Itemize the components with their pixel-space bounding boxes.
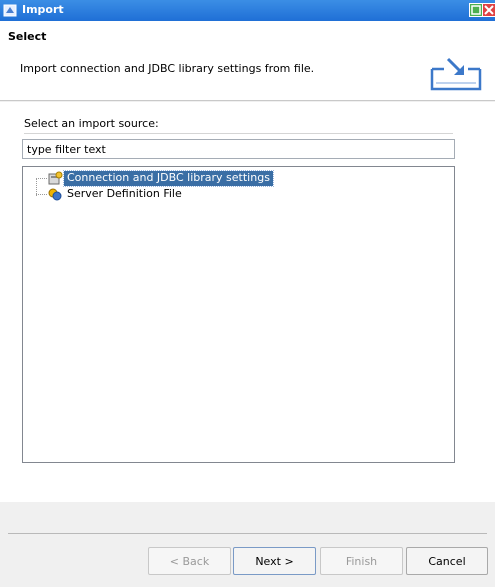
footer-divider — [8, 533, 487, 534]
import-tray-icon — [430, 57, 482, 91]
close-icon — [484, 5, 494, 15]
wizard-header: Select Import connection and JDBC librar… — [0, 21, 495, 101]
tree-item-server-definition[interactable]: Server Definition File — [23, 187, 223, 202]
divider — [24, 133, 453, 134]
tree-item-label: Server Definition File — [67, 187, 182, 200]
tree-item-connection-settings[interactable]: Connection and JDBC library settings — [23, 170, 303, 187]
connection-settings-icon — [48, 171, 63, 185]
close-button[interactable] — [482, 3, 495, 17]
import-wizard-icon — [3, 4, 17, 17]
back-button[interactable]: < Back — [148, 547, 231, 575]
import-source-tree[interactable]: Connection and JDBC library settings Ser… — [22, 166, 455, 463]
cancel-button[interactable]: Cancel — [406, 547, 488, 575]
tree-connector — [36, 194, 47, 195]
wizard-content: Select an import source: Connection and … — [0, 102, 495, 502]
filter-input[interactable] — [22, 139, 455, 159]
server-definition-icon — [48, 188, 62, 201]
maximize-icon — [471, 5, 481, 15]
tree-connector — [36, 178, 47, 179]
maximize-button[interactable] — [469, 3, 483, 17]
page-description: Import connection and JDBC library setti… — [20, 62, 315, 75]
finish-button[interactable]: Finish — [320, 547, 403, 575]
page-title: Select — [8, 30, 47, 43]
tree-item-label: Connection and JDBC library settings — [63, 170, 274, 187]
next-button[interactable]: Next > — [233, 547, 316, 575]
import-source-label: Select an import source: — [24, 117, 159, 130]
window-title: Import — [22, 3, 64, 16]
import-dialog: Import Select Import connection and JDBC… — [0, 0, 495, 587]
title-bar[interactable]: Import — [0, 0, 495, 21]
